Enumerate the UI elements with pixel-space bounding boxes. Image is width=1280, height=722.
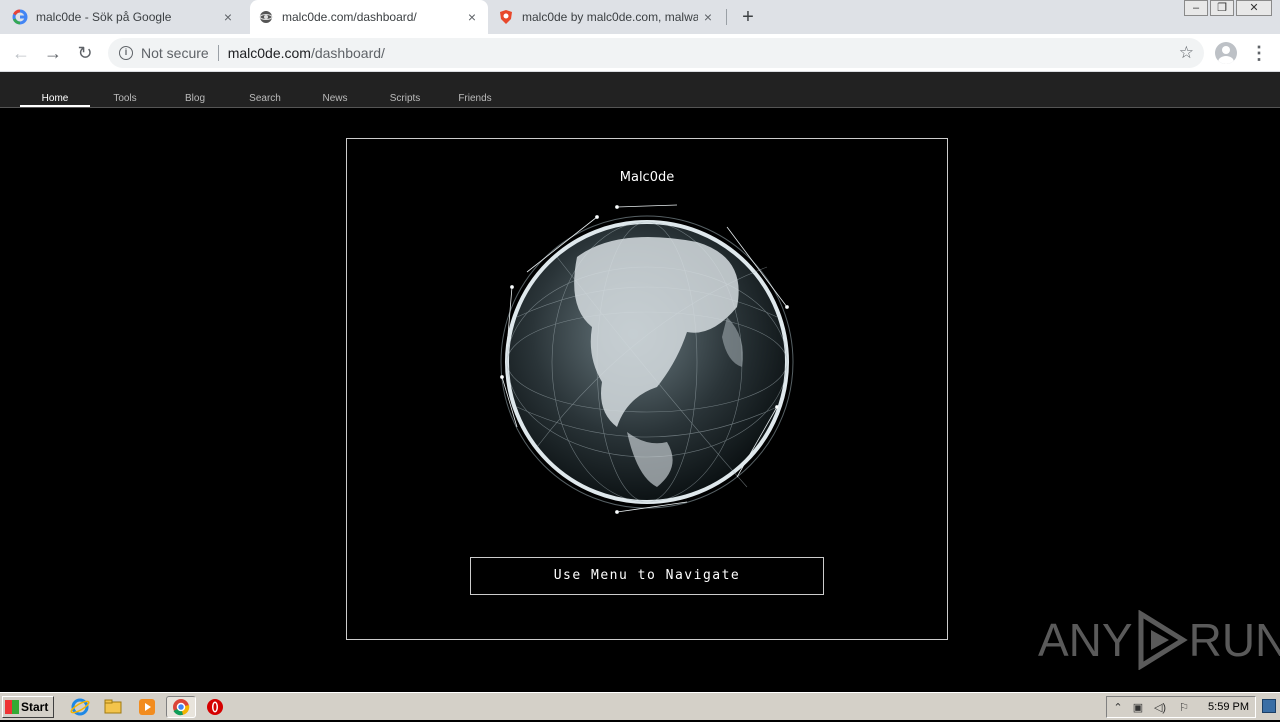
internet-explorer-icon[interactable] (70, 697, 90, 717)
nav-scripts[interactable]: Scripts (370, 93, 440, 104)
forward-icon[interactable]: → (42, 42, 64, 64)
watermark-left: ANY (1038, 614, 1133, 666)
start-label: Start (21, 700, 49, 714)
info-icon[interactable]: i (119, 46, 133, 60)
taskbar-clock[interactable]: 5:59 PM (1208, 701, 1249, 713)
tab-divider (726, 9, 727, 25)
nav-home[interactable]: Home (20, 93, 90, 107)
use-menu-button[interactable]: Use Menu to Navigate (470, 557, 824, 595)
dashboard-panel: Malc0de Use Menu to Navigate (346, 138, 948, 640)
new-tab-button[interactable]: + (738, 7, 758, 27)
close-icon[interactable]: × (700, 9, 716, 25)
nav-blog[interactable]: Blog (160, 93, 230, 104)
tab-google-search[interactable]: malc0de - Sök på Google × (12, 0, 244, 34)
windows-taskbar: Start ⌃ ▣ ◁) ⚐ 5:59 PM (0, 692, 1280, 720)
tab-malc0de-brave[interactable]: malc0de by malc0de.com, malware I × (498, 0, 724, 34)
opera-icon[interactable] (205, 697, 225, 717)
window-close-icon[interactable]: ✕ (1236, 0, 1272, 16)
tab-dashboard[interactable]: malc0de.com/dashboard/ × (250, 0, 488, 34)
page-body: Home Tools Blog Search News Scripts Frie… (0, 72, 1280, 692)
panel-title: Malc0de (619, 170, 675, 185)
address-bar[interactable]: i Not secure malc0de.com /dashboard/ ☆ (108, 38, 1204, 68)
window-controls: – ❐ ✕ (1182, 0, 1272, 18)
nav-news[interactable]: News (300, 93, 370, 104)
tab-strip: malc0de - Sök på Google × malc0de.com/da… (0, 0, 1280, 34)
minimize-icon[interactable]: – (1184, 0, 1208, 16)
play-logo-icon (1138, 610, 1188, 670)
tab-title: malc0de.com/dashboard/ (282, 10, 417, 24)
close-icon[interactable]: × (464, 9, 480, 25)
close-icon[interactable]: × (220, 9, 236, 25)
browser-toolbar: ← → ↻ i Not secure malc0de.com /dashboar… (0, 34, 1280, 72)
tab-title: malc0de by malc0de.com, malware I (522, 10, 698, 24)
shield-favicon-icon (498, 9, 514, 25)
globe-favicon-icon (258, 9, 274, 25)
chrome-taskbar-button[interactable] (166, 696, 196, 718)
bookmark-star-icon[interactable]: ☆ (1179, 43, 1194, 63)
restore-icon[interactable]: ❐ (1210, 0, 1234, 16)
site-nav: Home Tools Blog Search News Scripts Frie… (0, 72, 1280, 108)
omnibox-divider (217, 45, 219, 61)
kebab-menu-icon[interactable]: ⋮ (1250, 42, 1268, 64)
reload-icon[interactable]: ↻ (74, 42, 96, 64)
chrome-icon (173, 699, 190, 716)
anyrun-watermark: ANY RUN (1038, 610, 1280, 670)
windows-flag-icon (5, 700, 19, 714)
action-center-flag-icon[interactable]: ⚐ (1177, 701, 1191, 715)
system-tray: ⌃ ▣ ◁) ⚐ 5:59 PM (1106, 696, 1256, 718)
volume-icon[interactable]: ◁) (1153, 701, 1167, 715)
url-path: /dashboard/ (310, 45, 385, 61)
media-player-icon[interactable] (137, 697, 157, 717)
profile-avatar-icon[interactable] (1215, 42, 1237, 64)
nav-friends[interactable]: Friends (440, 93, 510, 104)
back-icon[interactable]: ← (10, 42, 32, 64)
show-desktop-icon[interactable] (1262, 699, 1276, 713)
url-host: malc0de.com (227, 45, 311, 61)
watermark-right: RUN (1188, 614, 1280, 666)
globe-image (500, 204, 794, 514)
file-explorer-icon[interactable] (103, 697, 123, 717)
start-button[interactable]: Start (2, 696, 54, 718)
nav-search[interactable]: Search (230, 93, 300, 104)
nav-tools[interactable]: Tools (90, 93, 160, 104)
google-g-icon (12, 9, 28, 25)
security-label: Not secure (141, 45, 209, 61)
tab-title: malc0de - Sök på Google (36, 10, 172, 24)
chevron-up-icon[interactable]: ⌃ (1111, 701, 1125, 715)
network-icon[interactable]: ▣ (1131, 701, 1145, 715)
